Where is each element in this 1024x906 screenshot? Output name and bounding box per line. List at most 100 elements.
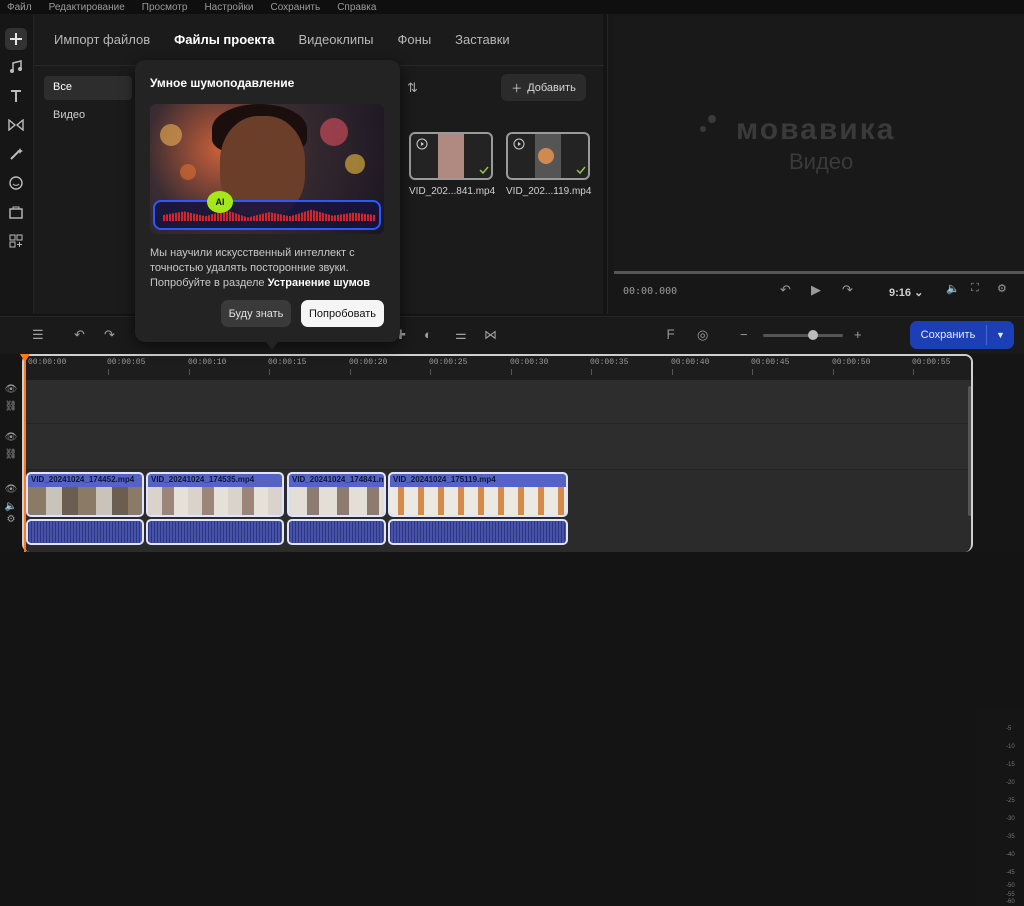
fullscreen-icon[interactable]: ⛶ <box>971 282 979 295</box>
bokeh-light <box>320 118 348 146</box>
more-tools-icon[interactable] <box>5 230 27 252</box>
ruler-label: 00:00:50 <box>832 358 871 367</box>
eye-icon[interactable]: 👁 <box>0 432 22 443</box>
noise-reduction-popup: Умное шумоподавление AI Мы научили искус… <box>135 60 400 342</box>
play-icon[interactable]: ▶ <box>811 282 821 298</box>
popup-description: Мы научили искусственный интеллект с точ… <box>150 246 386 291</box>
motion-icon[interactable]: ◎ <box>697 327 708 343</box>
audio-settings-icon[interactable]: ⚙ <box>0 514 22 525</box>
audio-tool-icon[interactable]: ᖴ <box>667 327 675 343</box>
chevron-down-icon[interactable]: ▼ <box>987 330 1014 340</box>
timeline-track[interactable] <box>24 380 971 424</box>
clip-filmstrip <box>390 487 566 515</box>
ruler-tick <box>913 369 914 375</box>
playhead-handle[interactable] <box>20 354 30 362</box>
ruler-tick <box>350 369 351 375</box>
audio-clip[interactable] <box>388 519 568 545</box>
timeline: 👁 ⛓ 👁 ⛓ 👁 🔈 ⚙ 00:00:00 00:00:05 00:00:10… <box>0 354 1024 906</box>
redo-icon[interactable]: ↷ <box>104 327 115 343</box>
add-track-icon[interactable]: ☰ <box>32 327 44 343</box>
video-clip[interactable]: VID_20241024_174535.mp4 <box>146 472 284 517</box>
preview-scrubber[interactable] <box>614 271 1024 274</box>
preview-logo-sub: Видео <box>789 149 854 174</box>
preview-time: 00:00.000 <box>623 286 678 297</box>
menu-settings[interactable]: Настройки <box>204 2 253 13</box>
clip-name: VID_20241024_174535.mp4 <box>151 475 255 484</box>
meter-tick: -25 <box>1006 798 1015 804</box>
ruler-label: 00:00:20 <box>349 358 388 367</box>
zoom-slider[interactable] <box>763 334 843 337</box>
meter-tick: -5 <box>1006 726 1012 732</box>
meter-tick: -40 <box>1006 852 1015 858</box>
menu-edit[interactable]: Редактирование <box>49 2 125 13</box>
video-clip[interactable]: VID_20241024_175119.mp4 <box>388 472 568 517</box>
color-icon[interactable]: ◐ <box>424 327 432 342</box>
category-all[interactable]: Все <box>44 76 132 100</box>
sort-icon[interactable]: ⇅ <box>407 80 418 96</box>
add-button-label: Добавить <box>527 81 576 94</box>
media-thumbnail[interactable] <box>409 132 493 180</box>
filters-wand-icon[interactable] <box>5 143 27 165</box>
ruler-tick <box>511 369 512 375</box>
speaker-icon[interactable]: 🔈 <box>0 501 22 512</box>
stickers-smile-icon[interactable] <box>5 172 27 194</box>
timeline-frame: 00:00:00 00:00:05 00:00:10 00:00:15 00:0… <box>22 354 973 552</box>
media-thumbnail[interactable] <box>506 132 590 180</box>
eye-icon[interactable]: 👁 <box>0 484 22 495</box>
track-controls: 👁 ⛓ <box>0 384 22 412</box>
transition-tb-icon[interactable]: ⋈ <box>484 327 497 343</box>
audio-clip[interactable] <box>146 519 284 545</box>
video-clip[interactable]: VID_20241024_174841.n <box>287 472 386 517</box>
audio-clip[interactable] <box>26 519 144 545</box>
link-icon[interactable]: ⛓ <box>0 401 22 412</box>
clip-filmstrip <box>148 487 282 515</box>
zoom-in-icon[interactable]: + <box>854 327 862 342</box>
tab-backgrounds[interactable]: Фоны <box>398 32 432 47</box>
popup-title: Умное шумоподавление <box>150 76 295 90</box>
menu-save[interactable]: Сохранить <box>271 2 321 13</box>
save-button[interactable]: Сохранить ▼ <box>910 321 1014 349</box>
undo-icon[interactable]: ↶ <box>74 327 85 343</box>
video-clip[interactable]: VID_20241024_174452.mp4 <box>26 472 144 517</box>
try-button[interactable]: Попробовать <box>301 300 384 327</box>
settings-icon[interactable]: ⚙ <box>997 282 1007 295</box>
store-icon[interactable] <box>5 201 27 223</box>
bokeh-light <box>345 154 365 174</box>
playhead[interactable] <box>24 354 26 552</box>
zoom-out-icon[interactable]: − <box>740 327 748 342</box>
ruler-label: 00:00:55 <box>912 358 951 367</box>
volume-icon[interactable]: 🔈 <box>946 282 960 295</box>
transitions-icon[interactable] <box>5 114 27 136</box>
aspect-ratio-select[interactable]: 9:16 ⌄ <box>889 286 923 299</box>
meter-tick: -50 <box>1006 883 1015 889</box>
step-forward-icon[interactable]: ↷ <box>842 282 853 298</box>
category-list: Все Видео <box>44 76 132 132</box>
timeline-ruler[interactable]: 00:00:00 00:00:05 00:00:10 00:00:15 00:0… <box>24 356 971 380</box>
tab-import[interactable]: Импорт файлов <box>54 32 150 47</box>
timeline-scrollbar[interactable] <box>968 386 971 516</box>
audio-clip[interactable] <box>287 519 386 545</box>
logo-dots-icon <box>700 115 716 132</box>
got-it-button[interactable]: Буду знать <box>221 300 291 327</box>
menu-view[interactable]: Просмотр <box>142 2 188 13</box>
add-plus-icon: ＋ <box>511 82 523 95</box>
tab-video-clips[interactable]: Видеоклипы <box>298 32 373 47</box>
add-button[interactable]: ＋ Добавить <box>501 74 586 101</box>
popup-illustration: AI <box>150 104 384 234</box>
timeline-track[interactable] <box>24 424 971 470</box>
eye-icon[interactable]: 👁 <box>0 384 22 395</box>
import-plus-icon[interactable] <box>5 28 27 50</box>
category-video[interactable]: Видео <box>44 104 132 128</box>
music-icon[interactable] <box>5 56 27 78</box>
menu-help[interactable]: Справка <box>337 2 376 13</box>
adjust-icon[interactable]: ⚌ <box>455 327 467 343</box>
menu-file[interactable]: Файл <box>7 2 32 13</box>
waveform-fill <box>163 209 375 221</box>
link-icon[interactable]: ⛓ <box>0 449 22 460</box>
ruler-label: 00:00:30 <box>510 358 549 367</box>
tab-intros[interactable]: Заставки <box>455 32 509 47</box>
tab-project-files[interactable]: Файлы проекта <box>174 32 274 47</box>
step-back-icon[interactable]: ↶ <box>780 282 791 298</box>
titles-icon[interactable] <box>5 85 27 107</box>
zoom-slider-knob[interactable] <box>808 330 818 340</box>
